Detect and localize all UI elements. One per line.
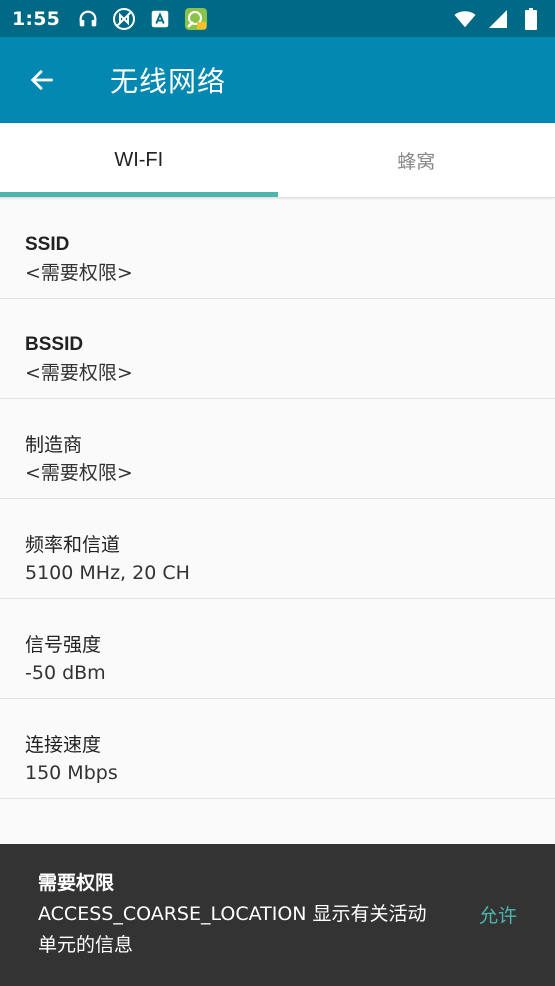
item-label: 制造商 bbox=[25, 434, 83, 456]
wifi-icon bbox=[453, 7, 477, 31]
snackbar-message: ACCESS_COARSE_LOCATION 显示有关活动单元的信息 bbox=[38, 903, 427, 956]
item-label: 连接速度 bbox=[25, 734, 102, 756]
info-list: SSID <需要权限> BSSID <需要权限> 制造商 <需要权限> 频率和信… bbox=[0, 199, 555, 799]
snackbar-title: 需要权限 bbox=[38, 872, 115, 894]
list-item: BSSID <需要权限> bbox=[0, 299, 555, 399]
item-value: 5100 MHz, 20 CH bbox=[25, 562, 190, 584]
permission-snackbar: 需要权限 ACCESS_COARSE_LOCATION 显示有关活动单元的信息 … bbox=[0, 844, 555, 986]
item-value: <需要权限> bbox=[25, 362, 133, 384]
status-time: 1:55 bbox=[12, 7, 61, 30]
item-label: 信号强度 bbox=[25, 634, 102, 656]
arrow-back-icon[interactable] bbox=[0, 37, 84, 123]
allow-button[interactable]: 允许 bbox=[479, 901, 517, 928]
list-item: 频率和信道 5100 MHz, 20 CH bbox=[0, 499, 555, 599]
map-app-icon bbox=[184, 7, 208, 31]
item-label: 频率和信道 bbox=[25, 534, 121, 556]
app-bar: 无线网络 bbox=[0, 37, 555, 123]
item-value: -50 dBm bbox=[25, 662, 106, 684]
tab-bar: WI-FI 蜂窝 bbox=[0, 123, 555, 198]
item-label: SSID bbox=[25, 234, 70, 255]
tab-cellular[interactable]: 蜂窝 bbox=[278, 123, 555, 197]
battery-icon bbox=[519, 7, 543, 31]
list-item: 信号强度 -50 dBm bbox=[0, 599, 555, 699]
signal-icon bbox=[486, 7, 510, 31]
list-item: 制造商 <需要权限> bbox=[0, 399, 555, 499]
item-value: <需要权限> bbox=[25, 262, 133, 284]
list-item: SSID <需要权限> bbox=[0, 199, 555, 299]
nfc-off-icon bbox=[112, 7, 136, 31]
tab-wifi[interactable]: WI-FI bbox=[0, 123, 278, 197]
headset-icon bbox=[76, 7, 100, 31]
font-app-icon bbox=[148, 7, 172, 31]
item-label: BSSID bbox=[25, 334, 84, 355]
item-value: 150 Mbps bbox=[25, 762, 118, 784]
list-item: 连接速度 150 Mbps bbox=[0, 699, 555, 799]
page-title: 无线网络 bbox=[110, 65, 227, 98]
status-bar: 1:55 bbox=[0, 0, 555, 37]
item-value: <需要权限> bbox=[25, 462, 133, 484]
